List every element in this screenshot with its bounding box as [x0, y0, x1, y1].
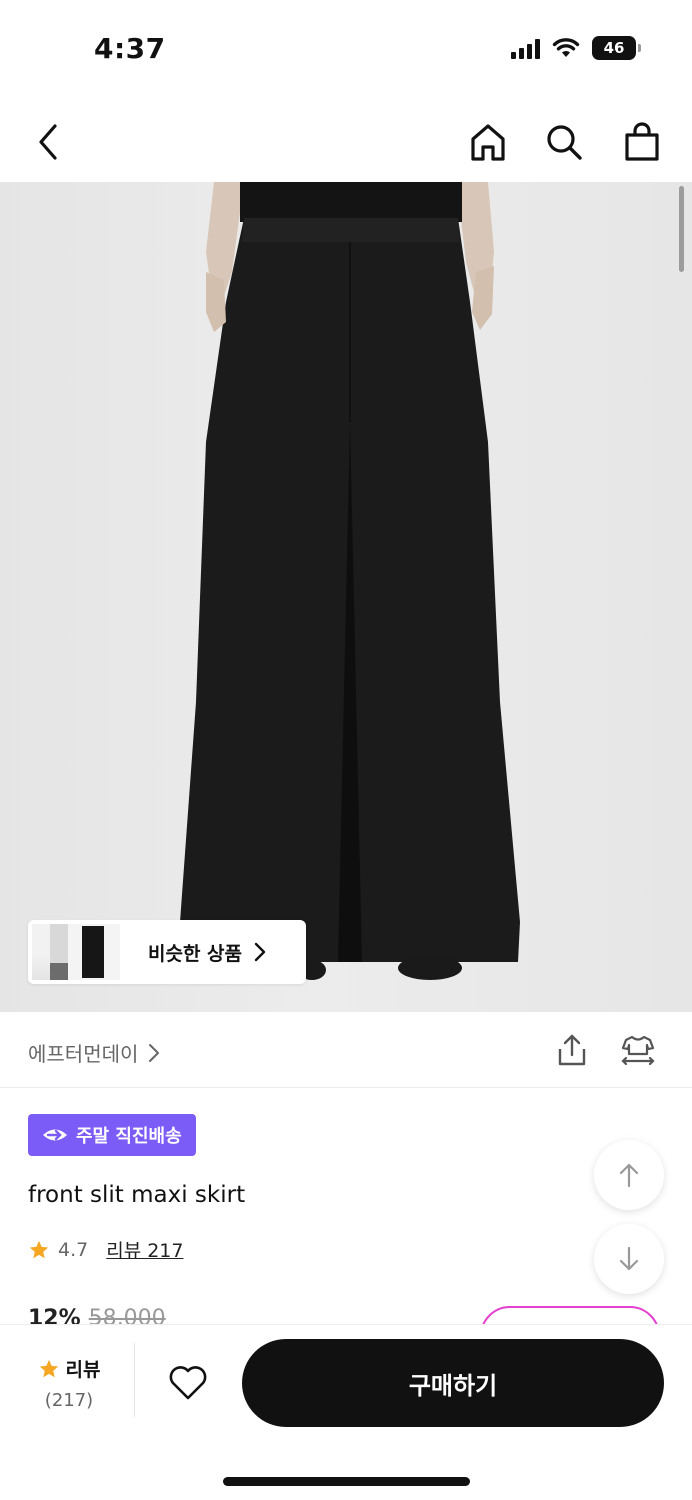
arrow-up-icon	[619, 1163, 639, 1188]
product-info: 주말 직진배송 front slit maxi skirt 4.7 리뷰 217…	[0, 1088, 692, 1324]
size-fit-button[interactable]	[620, 1032, 656, 1068]
divider	[134, 1343, 135, 1417]
price-row: 12% 58,000	[28, 1306, 166, 1324]
delivery-badge: 주말 직진배송	[28, 1114, 196, 1156]
status-bar: 4:37 46	[0, 0, 692, 100]
share-button[interactable]	[554, 1032, 590, 1068]
similar-thumbnail	[32, 924, 50, 980]
chevron-right-icon	[149, 1043, 160, 1062]
chevron-right-icon	[254, 942, 266, 962]
bottom-action-bar: 리뷰 (217) 구매하기	[0, 1324, 692, 1500]
review-summary-count: (217)	[44, 1390, 94, 1411]
arrow-down-icon	[619, 1246, 639, 1271]
status-icons: 46	[511, 36, 641, 60]
share-icon	[558, 1034, 586, 1066]
rating-value: 4.7	[58, 1238, 89, 1261]
review-summary-label-row: 리뷰	[34, 1355, 104, 1382]
search-button[interactable]	[542, 120, 586, 164]
shopping-bag-icon	[625, 122, 659, 161]
similar-thumbnail	[50, 924, 68, 980]
rating-row: 4.7 리뷰 217	[28, 1236, 183, 1263]
star-icon	[39, 1359, 58, 1377]
coupon-button[interactable]	[480, 1306, 660, 1324]
back-button[interactable]	[26, 120, 70, 164]
home-icon	[471, 124, 505, 161]
product-photo-skirt	[180, 182, 520, 980]
clothing-size-icon	[621, 1035, 655, 1066]
shopping-bag-button[interactable]	[620, 120, 664, 164]
original-price: 58,000	[88, 1306, 166, 1324]
wishlist-button[interactable]	[166, 1361, 210, 1405]
buy-button[interactable]: 구매하기	[242, 1339, 664, 1427]
scroll-up-button[interactable]	[594, 1140, 664, 1210]
heart-icon	[169, 1366, 207, 1400]
search-icon	[547, 125, 582, 160]
review-summary-label: 리뷰	[65, 1359, 101, 1381]
wifi-icon	[552, 38, 580, 57]
home-button[interactable]	[466, 120, 510, 164]
similar-products-thumbnails	[32, 924, 120, 980]
product-title: front slit maxi skirt	[28, 1182, 246, 1208]
brand-link[interactable]: 에프터먼데이	[28, 1038, 160, 1067]
review-summary-button[interactable]: 리뷰 (217)	[34, 1355, 104, 1411]
similar-thumbnail	[68, 924, 120, 980]
star-icon	[29, 1240, 49, 1258]
battery-icon: 46	[592, 36, 641, 60]
delivery-badge-label: 주말 직진배송	[76, 1126, 182, 1147]
cellular-signal-icon	[511, 37, 540, 59]
home-indicator	[223, 1477, 470, 1486]
top-navigation	[0, 100, 692, 182]
review-link[interactable]: 리뷰 217	[106, 1236, 183, 1263]
similar-products-label: 비슷한 상품	[148, 942, 243, 965]
discount-rate: 12%	[28, 1306, 81, 1324]
scroll-down-button[interactable]	[594, 1224, 664, 1294]
fast-delivery-icon	[43, 1129, 67, 1141]
similar-products-button[interactable]: 비슷한 상품	[28, 920, 306, 984]
scrollbar[interactable]	[679, 186, 684, 272]
status-time: 4:37	[94, 32, 166, 65]
back-icon	[39, 124, 57, 160]
brand-name: 에프터먼데이	[28, 1042, 139, 1066]
brand-row: 에프터먼데이	[0, 1012, 692, 1088]
product-image[interactable]: 비슷한 상품	[0, 182, 692, 1012]
